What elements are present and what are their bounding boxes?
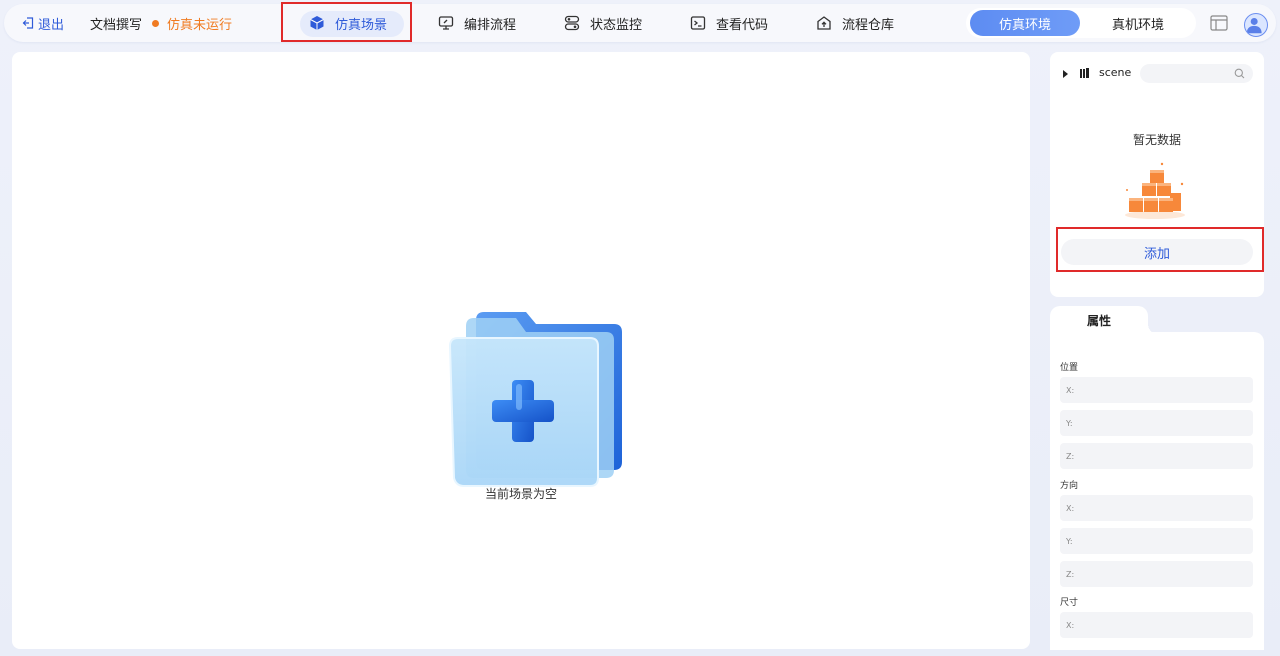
- folder-plus-icon: [448, 312, 622, 487]
- direction-z-field[interactable]: Z:: [1060, 561, 1253, 587]
- direction-x-field[interactable]: X:: [1060, 495, 1253, 521]
- direction-z-input[interactable]: [1076, 569, 1227, 579]
- property-panel: 属性 位置 X: Y: Z: 方向 X: Y: Z: 尺寸 X:: [1050, 306, 1264, 650]
- expand-arrow-icon[interactable]: [1063, 70, 1068, 78]
- tab-label: 流程仓库: [842, 17, 895, 33]
- repo-upload-icon: [817, 16, 831, 30]
- layout-icon[interactable]: [1210, 15, 1228, 31]
- sim-env-button[interactable]: 仿真环境: [970, 10, 1080, 36]
- position-x-field[interactable]: X:: [1060, 377, 1253, 403]
- cube-icon: [310, 16, 324, 30]
- property-body: 位置 X: Y: Z: 方向 X: Y: Z: 尺寸 X:: [1050, 332, 1264, 650]
- size-x-field[interactable]: X:: [1060, 612, 1253, 638]
- add-button[interactable]: 添加: [1061, 239, 1253, 265]
- tab-orchestrate-flow[interactable]: 编排流程: [438, 4, 516, 42]
- exit-label: 退出: [38, 17, 65, 33]
- tab-flow-repo[interactable]: 流程仓库: [816, 4, 894, 42]
- tab-view-code[interactable]: 查看代码: [690, 4, 768, 42]
- scene-tree-panel: scene 暂无数据 添加: [1050, 52, 1264, 297]
- position-z-field[interactable]: Z:: [1060, 443, 1253, 469]
- tab-status-monitor[interactable]: 状态监控: [564, 4, 642, 42]
- position-y-field[interactable]: Y:: [1060, 410, 1253, 436]
- env-switch: 仿真环境 真机环境: [966, 8, 1196, 38]
- tab-label: 状态监控: [590, 17, 643, 33]
- exit-button[interactable]: 退出: [22, 4, 64, 42]
- axis-label: Y:: [1066, 418, 1073, 428]
- scene-canvas[interactable]: 当前场景为空: [12, 52, 1030, 649]
- search-icon[interactable]: [1234, 68, 1245, 79]
- tab-label: 仿真场景: [335, 17, 388, 33]
- user-avatar-icon: [1246, 17, 1262, 34]
- exit-icon: [22, 17, 34, 29]
- terminal-icon: [690, 16, 706, 30]
- no-data-text: 暂无数据: [1132, 133, 1181, 147]
- status-label: 仿真未运行: [167, 17, 233, 33]
- empty-scene-text: 当前场景为空: [484, 487, 557, 501]
- size-x-input[interactable]: [1076, 620, 1227, 630]
- axis-label: Z:: [1066, 569, 1075, 579]
- tab-label: 编排流程: [464, 17, 517, 33]
- monitor-edit-icon: [438, 16, 454, 30]
- tab-label: 查看代码: [716, 17, 769, 33]
- avatar[interactable]: [1244, 13, 1268, 37]
- real-env-button[interactable]: 真机环境: [1084, 10, 1192, 36]
- direction-label: 方向: [1060, 481, 1079, 491]
- library-icon: [1080, 68, 1089, 78]
- scene-tree-label[interactable]: scene: [1099, 66, 1131, 79]
- position-x-input[interactable]: [1076, 385, 1227, 395]
- status-dot: [152, 19, 159, 27]
- axis-label: Z:: [1066, 451, 1075, 461]
- axis-label: Y:: [1066, 536, 1073, 546]
- axis-label: X:: [1066, 620, 1075, 630]
- axis-label: X:: [1066, 385, 1075, 395]
- doc-writing-link[interactable]: 文档撰写: [90, 4, 142, 42]
- direction-y-field[interactable]: Y:: [1060, 528, 1253, 554]
- position-z-input[interactable]: [1076, 451, 1227, 461]
- toggle-status-icon: [564, 15, 580, 31]
- position-y-input[interactable]: [1074, 418, 1225, 428]
- empty-boxes-icon: [1125, 162, 1185, 219]
- tab-properties[interactable]: 属性: [1050, 306, 1158, 334]
- position-label: 位置: [1060, 363, 1079, 373]
- tab-sim-scene[interactable]: 仿真场景: [309, 4, 387, 42]
- top-bar: 退出 文档撰写 仿真未运行 仿真场景 编排流程 状态监控 查看代码 流程仓库 仿…: [4, 4, 1276, 42]
- direction-x-input[interactable]: [1076, 503, 1227, 513]
- sim-status: 仿真未运行: [152, 4, 232, 42]
- size-label: 尺寸: [1060, 598, 1079, 608]
- axis-label: X:: [1066, 503, 1075, 513]
- direction-y-input[interactable]: [1074, 536, 1225, 546]
